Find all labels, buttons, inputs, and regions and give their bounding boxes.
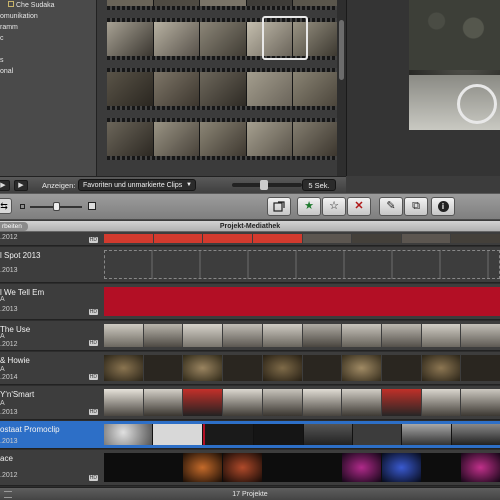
project-author: A [0, 366, 5, 373]
unmark-button[interactable]: ☆ [322, 197, 346, 216]
event-item[interactable]: omunikation [0, 11, 96, 22]
project-name: l We Tell Em [0, 288, 45, 297]
imovie-window: Che Sudaka omunikation ramm c s onal ▶ ▶… [0, 0, 500, 500]
project-name: ostaat Promoclip [0, 425, 60, 434]
project-date: .2013 [0, 409, 18, 416]
add-to-project-button[interactable] [267, 197, 291, 216]
project-date: .2012 [0, 234, 18, 241]
project-date: .2013 [0, 438, 18, 445]
project-row[interactable]: l We Tell Em A .2013 HD [0, 284, 500, 320]
project-name: l Spot 2013 [0, 251, 41, 260]
project-row[interactable]: l Spot 2013 .2013 [0, 247, 500, 283]
event-item[interactable]: onal [0, 66, 96, 77]
project-library-title: Projekt-Mediathek [219, 223, 281, 230]
hd-badge: HD [88, 409, 98, 415]
clip-filter-select[interactable]: Favoriten und unmarkierte Clips ▼ [78, 179, 196, 191]
project-date: .2012 [0, 341, 18, 348]
event-item[interactable]: ramm [0, 22, 96, 33]
project-author: A [0, 296, 5, 303]
folder-icon [8, 1, 14, 7]
star-outline-icon: ☆ [329, 200, 339, 212]
project-row[interactable]: Y'n'Smart A .2013 HD [0, 386, 500, 420]
project-name: Y'n'Smart [0, 390, 35, 399]
empty-project-strip [104, 250, 500, 279]
project-row[interactable]: .2012 HD [0, 232, 500, 246]
pen-icon: ✎ [386, 200, 396, 212]
project-count: 17 Projekte [232, 491, 268, 498]
project-library-footer: 17 Projekte [0, 487, 500, 500]
viewer-preview-image [409, 0, 500, 130]
swap-icon[interactable]: ⇆ [0, 198, 12, 214]
project-name: ace [0, 454, 13, 463]
bicycle-wheel [457, 84, 497, 124]
project-row[interactable]: ace .2012 HD [0, 450, 500, 486]
toolbar: ⇆ ★ ☆ ✕ ✎ ⧉ i [0, 193, 500, 220]
event-browser [96, 0, 346, 176]
hd-badge: HD [88, 475, 98, 481]
scrollbar-thumb[interactable] [339, 20, 344, 80]
event-item[interactable]: s [0, 55, 96, 66]
zoom-small-icon [20, 204, 25, 209]
show-label: Anzeigen: [42, 181, 76, 190]
clip-duration-slider[interactable] [232, 180, 302, 190]
slider-knob[interactable] [260, 180, 268, 190]
project-row-selected[interactable]: ostaat Promoclip .2013 [0, 421, 500, 449]
project-date: .2013 [0, 306, 18, 313]
info-button[interactable]: i [431, 197, 455, 216]
chevron-down-icon: ▼ [186, 182, 192, 188]
star-filled-icon: ★ [304, 200, 314, 212]
project-row[interactable]: The Use A .2012 HD [0, 321, 500, 351]
project-date: .2014 [0, 374, 18, 381]
clip-selection-frame[interactable] [262, 16, 308, 60]
project-list: .2012 HD l Spot 2013.2013 l We Tell Em A .2… [0, 232, 500, 487]
zoom-large-icon [88, 202, 96, 210]
project-library-header: rbeiten Projekt-Mediathek [0, 221, 500, 232]
keyword-button[interactable]: ✎ [379, 197, 403, 216]
event-library: Che Sudaka omunikation ramm c s onal [0, 0, 96, 176]
hd-badge: HD [88, 340, 98, 346]
clip-filmstrip[interactable] [107, 118, 339, 160]
play-full-button[interactable]: ▶ [0, 180, 10, 191]
project-name: & Howie [0, 356, 30, 365]
hd-badge: HD [88, 309, 98, 315]
project-date: .2012 [0, 472, 18, 479]
x-icon: ✕ [354, 200, 364, 212]
event-item[interactable]: Che Sudaka [0, 0, 96, 11]
project-row[interactable]: & Howie A .2014 HD [0, 352, 500, 385]
hd-badge: HD [88, 237, 98, 243]
clip-filmstrip[interactable] [107, 0, 339, 10]
project-author: A [0, 400, 5, 407]
project-author: A [0, 333, 5, 340]
clip-duration-value[interactable]: 5 Sek. [302, 179, 336, 191]
event-browser-bar: ▶ ▶ Anzeigen: Favoriten und unmarkierte … [0, 176, 346, 193]
play-button[interactable]: ▶ [14, 180, 28, 191]
favorite-button[interactable]: ★ [297, 197, 321, 216]
viewer [346, 0, 500, 176]
zoom-slider-knob[interactable] [53, 202, 60, 211]
hd-badge: HD [88, 374, 98, 380]
crop-button[interactable]: ⧉ [404, 197, 428, 216]
crop-icon: ⧉ [412, 200, 420, 212]
info-icon: i [437, 201, 449, 212]
clip-filmstrip[interactable] [107, 68, 339, 110]
add-to-project-icon [273, 201, 285, 212]
browser-scrollbar[interactable] [337, 0, 346, 176]
reject-button[interactable]: ✕ [347, 197, 371, 216]
event-item[interactable] [0, 44, 96, 55]
project-date: .2013 [0, 267, 18, 274]
event-item[interactable]: c [0, 33, 96, 44]
